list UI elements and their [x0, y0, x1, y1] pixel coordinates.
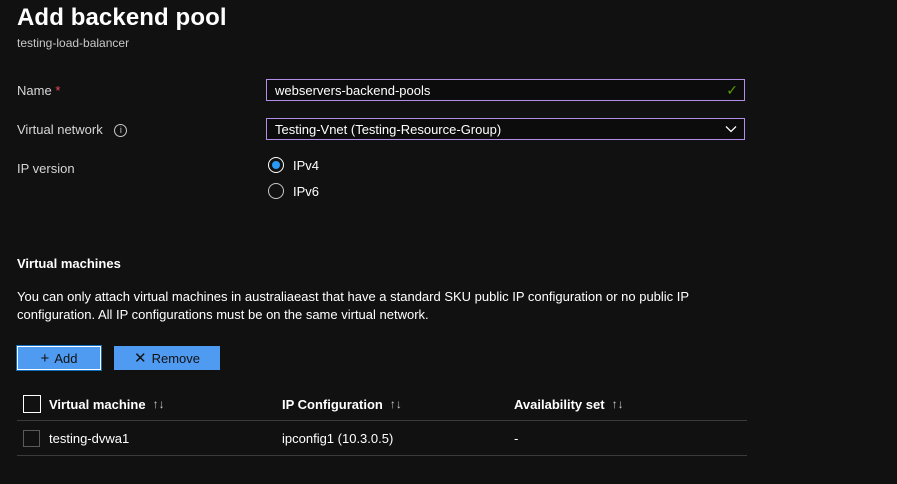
- name-field-value: webservers-backend-pools: [275, 83, 431, 98]
- row-checkbox[interactable]: [23, 429, 40, 447]
- check-icon: ✓: [726, 82, 738, 98]
- plus-icon: +: [40, 349, 50, 367]
- required-mark: *: [55, 83, 61, 98]
- name-field[interactable]: webservers-backend-pools ✓: [266, 79, 745, 101]
- virtual-network-label-text: Virtual network: [17, 122, 103, 137]
- ip-configuration-cell: ipconfig1 (10.3.0.5): [282, 430, 394, 446]
- ip-version-label: IP version: [17, 161, 75, 176]
- column-header-availability-set[interactable]: Availability set ↑↓: [514, 388, 624, 420]
- page-subtitle: testing-load-balancer: [17, 36, 130, 50]
- chevron-down-icon: [725, 126, 737, 133]
- page-title: Add backend pool: [17, 4, 227, 31]
- sort-icon[interactable]: ↑↓: [153, 397, 165, 411]
- virtual-machines-table: Virtual machine ↑↓ IP Configuration ↑↓ A…: [17, 388, 747, 456]
- table-row[interactable]: testing-dvwa1 ipconfig1 (10.3.0.5) -: [17, 421, 747, 456]
- remove-button-label: Remove: [151, 350, 200, 366]
- ipv6-label: IPv6: [293, 183, 320, 199]
- column-header-ip-configuration[interactable]: IP Configuration ↑↓: [282, 388, 402, 420]
- virtual-network-label: Virtual network i: [17, 122, 128, 138]
- virtual-network-select[interactable]: Testing-Vnet (Testing-Resource-Group): [266, 118, 745, 140]
- name-label-text: Name: [17, 83, 52, 98]
- ipv6-radio-option[interactable]: IPv6: [268, 183, 319, 199]
- sort-icon[interactable]: ↑↓: [390, 397, 402, 411]
- add-button[interactable]: + Add: [16, 345, 102, 371]
- availability-set-cell: -: [514, 430, 519, 446]
- table-header: Virtual machine ↑↓ IP Configuration ↑↓ A…: [17, 388, 747, 421]
- ipv4-radio-option[interactable]: IPv4: [268, 157, 319, 173]
- virtual-machines-heading: Virtual machines: [17, 256, 121, 271]
- column-header-virtual-machine[interactable]: Virtual machine ↑↓: [49, 388, 165, 420]
- vm-name-cell: testing-dvwa1: [49, 430, 130, 446]
- name-label: Name *: [17, 83, 60, 98]
- virtual-machines-description: You can only attach virtual machines in …: [17, 289, 689, 322]
- select-all-checkbox[interactable]: [23, 395, 41, 413]
- column-label: IP Configuration: [282, 396, 383, 412]
- remove-button[interactable]: ✕ Remove: [114, 346, 220, 370]
- select-all-checkbox-cell: [23, 388, 41, 420]
- info-icon[interactable]: i: [114, 124, 128, 138]
- ipv4-label: IPv4: [293, 157, 320, 173]
- sort-icon[interactable]: ↑↓: [612, 397, 624, 411]
- ipv6-radio[interactable]: [268, 183, 284, 199]
- row-checkbox-cell: [23, 421, 40, 455]
- x-icon: ✕: [134, 349, 147, 367]
- column-label: Availability set: [514, 396, 605, 412]
- ipv4-radio[interactable]: [268, 157, 284, 173]
- virtual-network-value: Testing-Vnet (Testing-Resource-Group): [275, 122, 502, 137]
- column-label: Virtual machine: [49, 396, 146, 412]
- add-button-label: Add: [54, 350, 78, 366]
